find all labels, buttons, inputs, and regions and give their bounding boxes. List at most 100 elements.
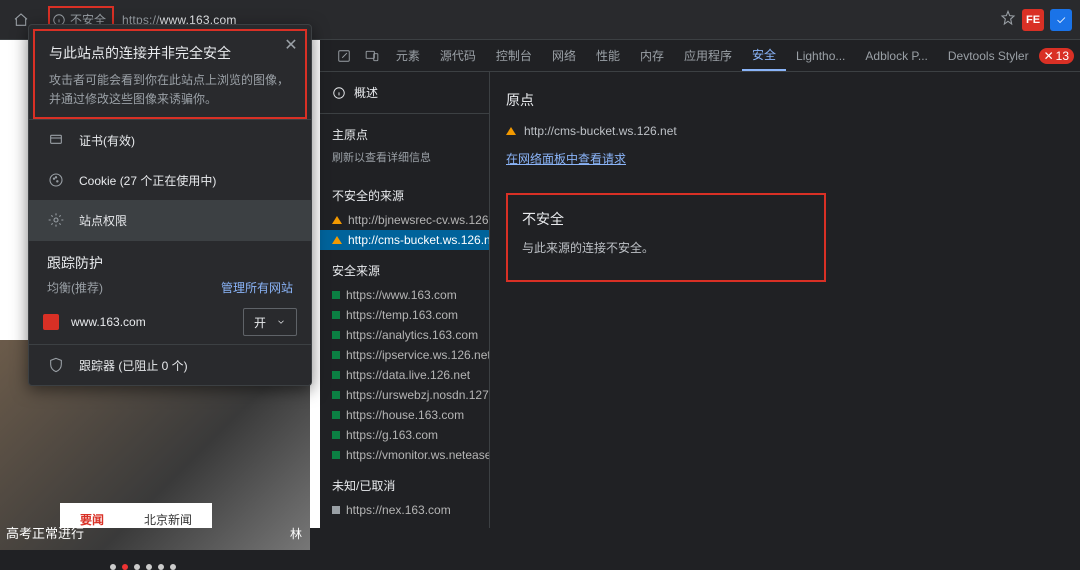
- main-origin-label: 主原点: [320, 126, 489, 149]
- origin-row[interactable]: https://temp.163.com: [320, 305, 489, 325]
- tab-security[interactable]: 安全: [742, 40, 786, 71]
- tracking-toggle[interactable]: 开: [243, 308, 297, 336]
- permissions-label: 站点权限: [79, 212, 127, 229]
- origin-row[interactable]: https://www.163.com: [320, 285, 489, 305]
- trackers-label: 跟踪器 (已阻止 0 个): [79, 357, 188, 374]
- tracking-site-row: www.163.com 开: [29, 300, 311, 344]
- popup-warning-box: 与此站点的连接并非完全安全 攻击者可能会看到你在此站点上浏览的图像，并通过修改这…: [33, 29, 307, 119]
- tab-memory[interactable]: 内存: [630, 40, 674, 71]
- site-host: www.163.com: [71, 315, 231, 329]
- origin-url: https://data.live.126.net: [346, 368, 470, 382]
- manage-all-link[interactable]: 管理所有网站: [221, 279, 293, 296]
- tab-network[interactable]: 网络: [542, 40, 586, 71]
- insecure-group: 不安全的来源 http://bjnewsrec-cv.ws.126.n http…: [320, 175, 489, 250]
- secure-icon: [332, 311, 340, 319]
- origin-row[interactable]: https://urswebzj.nosdn.127.n: [320, 385, 489, 405]
- tab-console[interactable]: 控制台: [486, 40, 542, 71]
- error-count: 13: [1056, 49, 1069, 63]
- origin-detail-url[interactable]: http://cms-bucket.ws.126.net: [524, 124, 677, 138]
- insecure-box-title: 不安全: [522, 209, 810, 229]
- main-origin-group: 主原点 刷新以查看详细信息: [320, 114, 489, 175]
- gear-icon: [47, 211, 65, 229]
- chevron-down-icon: [276, 317, 286, 327]
- origin-url: http://cms-bucket.ws.126.ne: [348, 233, 489, 247]
- bookmark-icon[interactable]: [1000, 10, 1016, 29]
- origin-url: https://vmonitor.ws.netease.c: [346, 448, 489, 462]
- origin-row[interactable]: https://vmonitor.ws.netease.c: [320, 445, 489, 465]
- warning-icon: [332, 216, 342, 224]
- origin-row[interactable]: https://analytics.163.com: [320, 325, 489, 345]
- origin-row[interactable]: http://cms-bucket.ws.126.ne: [320, 230, 489, 250]
- view-in-network-link[interactable]: 在网络面板中查看请求: [506, 152, 626, 166]
- page-tab-news[interactable]: 要闻: [80, 511, 104, 528]
- warning-icon: [506, 127, 516, 135]
- device-toggle-icon[interactable]: [358, 49, 386, 63]
- tab-application[interactable]: 应用程序: [674, 40, 742, 71]
- origin-row[interactable]: https://ipservice.ws.126.net: [320, 345, 489, 365]
- security-origin-list: 概述 主原点 刷新以查看详细信息 不安全的来源 http://bjnewsrec…: [320, 72, 490, 528]
- popup-title: 与此站点的连接并非完全安全: [49, 43, 291, 63]
- popup-desc: 攻击者可能会看到你在此站点上浏览的图像，并通过修改这些图像来诱骗你。: [49, 71, 291, 109]
- certificate-row[interactable]: 证书(有效): [29, 120, 311, 160]
- warning-icon: [332, 236, 342, 244]
- origin-url: https://analytics.163.com: [346, 328, 478, 342]
- tab-devtools-styler[interactable]: Devtools Styler: [938, 40, 1039, 71]
- secure-icon: [332, 451, 340, 459]
- extension-fe-icon[interactable]: FE: [1022, 9, 1044, 31]
- origin-url: https://ipservice.ws.126.net: [346, 348, 489, 362]
- toggle-label: 开: [254, 314, 266, 331]
- secure-origins-label: 安全来源: [320, 262, 489, 285]
- origin-url: https://nex.163.com: [346, 503, 451, 517]
- overview-row[interactable]: 概述: [320, 72, 489, 114]
- unknown-origins-label: 未知/已取消: [320, 477, 489, 500]
- site-badge-icon: [43, 314, 59, 330]
- origin-url: https://urswebzj.nosdn.127.n: [346, 388, 489, 402]
- tab-elements[interactable]: 元素: [386, 40, 430, 71]
- page-strip: 高考正常进行 林: [0, 80, 28, 528]
- tab-performance[interactable]: 性能: [586, 40, 630, 71]
- origin-detail-title: 原点: [506, 90, 1064, 110]
- tracking-level: 均衡(推荐): [47, 279, 103, 296]
- origin-line: http://cms-bucket.ws.126.net: [506, 124, 1064, 138]
- tab-sources[interactable]: 源代码: [430, 40, 486, 71]
- unknown-icon: [332, 506, 340, 514]
- secure-icon: [332, 331, 340, 339]
- origin-url: https://house.163.com: [346, 408, 464, 422]
- origin-url: https://g.163.com: [346, 428, 438, 442]
- cookies-row[interactable]: Cookie (27 个正在使用中): [29, 160, 311, 200]
- secure-icon: [332, 291, 340, 299]
- carousel-dots[interactable]: [110, 564, 176, 570]
- secure-icon: [332, 431, 340, 439]
- origin-row[interactable]: http://bjnewsrec-cv.ws.126.n: [320, 210, 489, 230]
- origin-url: https://temp.163.com: [346, 308, 458, 322]
- certificate-label: 证书(有效): [79, 132, 135, 149]
- error-count-badge[interactable]: ✕13: [1039, 48, 1074, 64]
- secure-icon: [332, 411, 340, 419]
- tab-adblock[interactable]: Adblock P...: [855, 40, 937, 71]
- secure-group: 安全来源 https://www.163.com https://temp.16…: [320, 250, 489, 465]
- insecure-origins-label: 不安全的来源: [320, 187, 489, 210]
- inspect-icon[interactable]: [330, 49, 358, 63]
- insecure-box-desc: 与此来源的连接不安全。: [522, 239, 810, 256]
- origin-url: http://bjnewsrec-cv.ws.126.n: [348, 213, 489, 227]
- page-bottom-tabs[interactable]: 要闻 北京新闻: [60, 503, 212, 528]
- devtools-security-panel: 概述 主原点 刷新以查看详细信息 不安全的来源 http://bjnewsrec…: [320, 72, 1080, 528]
- origin-row[interactable]: https://data.live.126.net: [320, 365, 489, 385]
- tracking-title: 跟踪防护: [47, 253, 293, 273]
- trackers-row[interactable]: 跟踪器 (已阻止 0 个): [29, 345, 311, 385]
- extension-check-icon[interactable]: [1050, 9, 1072, 31]
- tracking-section: 跟踪防护 均衡(推荐) 管理所有网站: [29, 241, 311, 300]
- origin-row[interactable]: https://g.163.com: [320, 425, 489, 445]
- secure-icon: [332, 391, 340, 399]
- tab-lighthouse[interactable]: Lightho...: [786, 40, 855, 71]
- origin-row[interactable]: https://nex.163.com: [320, 500, 489, 520]
- cookie-icon: [47, 171, 65, 189]
- site-info-popup: ✕ 与此站点的连接并非完全安全 攻击者可能会看到你在此站点上浏览的图像，并通过修…: [28, 24, 312, 386]
- origin-row[interactable]: https://house.163.com: [320, 405, 489, 425]
- secure-icon: [332, 371, 340, 379]
- permissions-row[interactable]: 站点权限: [29, 200, 311, 240]
- unknown-group: 未知/已取消 https://nex.163.com: [320, 465, 489, 520]
- close-button[interactable]: ✕: [281, 35, 301, 55]
- page-tab-beijing[interactable]: 北京新闻: [144, 511, 192, 528]
- security-origin-detail: 原点 http://cms-bucket.ws.126.net 在网络面板中查看…: [490, 72, 1080, 528]
